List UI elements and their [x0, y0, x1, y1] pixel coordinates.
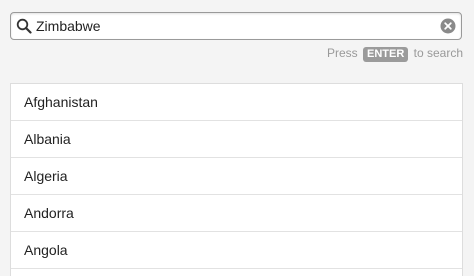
list-item-afghanistan[interactable]: Afghanistan [11, 84, 462, 121]
country-list: Afghanistan Albania Algeria Andorra Ango… [10, 83, 463, 276]
clear-icon[interactable] [440, 18, 456, 34]
enter-key-badge: ENTER [363, 47, 409, 62]
search-hint: Press ENTER to search [327, 45, 463, 62]
list-item-albania[interactable]: Albania [11, 121, 462, 158]
search-icon [16, 18, 32, 34]
list-item-algeria[interactable]: Algeria [11, 158, 462, 195]
search-input[interactable] [36, 13, 436, 39]
hint-prefix: Press [326, 46, 358, 60]
search-box[interactable] [10, 12, 462, 40]
list-item-andorra[interactable]: Andorra [11, 195, 462, 232]
list-item-angola[interactable]: Angola [11, 232, 462, 269]
hint-suffix: to search [413, 46, 463, 60]
